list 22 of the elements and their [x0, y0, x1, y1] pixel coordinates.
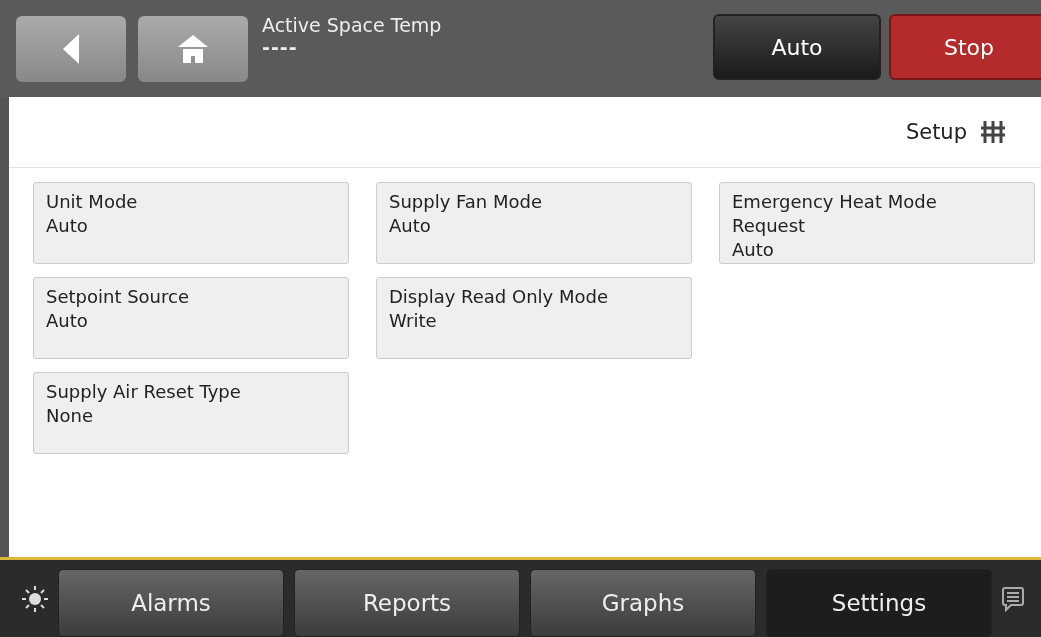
temp-value: ----	[262, 36, 299, 58]
panel-title: Setup	[905, 120, 967, 144]
nav-tab[interactable]: Graphs	[530, 568, 756, 637]
chat-icon[interactable]	[1002, 585, 1024, 612]
setting-tile[interactable]: Supply Fan Mode Auto	[376, 182, 692, 264]
sliders-icon	[981, 120, 1005, 144]
temp-label: Active Space Temp	[262, 14, 443, 36]
back-arrow-icon	[63, 34, 79, 64]
setting-tile[interactable]: Setpoint Source Auto	[33, 277, 349, 359]
nav-tab[interactable]: Settings	[766, 568, 992, 637]
setting-tile[interactable]: Display Read Only Mode Write	[376, 277, 692, 359]
stop-button[interactable]: Stop	[889, 14, 1041, 80]
setting-tile[interactable]: Emergency Heat Mode Request Auto	[719, 182, 1035, 264]
nav-tab[interactable]: Alarms	[58, 568, 284, 637]
nav-tab[interactable]: Reports	[294, 568, 520, 637]
brightness-icon[interactable]	[22, 585, 48, 612]
setting-tile[interactable]: Supply Air Reset Type None	[33, 372, 349, 454]
setting-tile[interactable]: Unit Mode Auto	[33, 182, 349, 264]
home-button[interactable]	[138, 16, 248, 82]
home-icon	[178, 35, 208, 63]
mode-button[interactable]: Auto	[713, 14, 881, 80]
back-button[interactable]	[16, 16, 126, 82]
